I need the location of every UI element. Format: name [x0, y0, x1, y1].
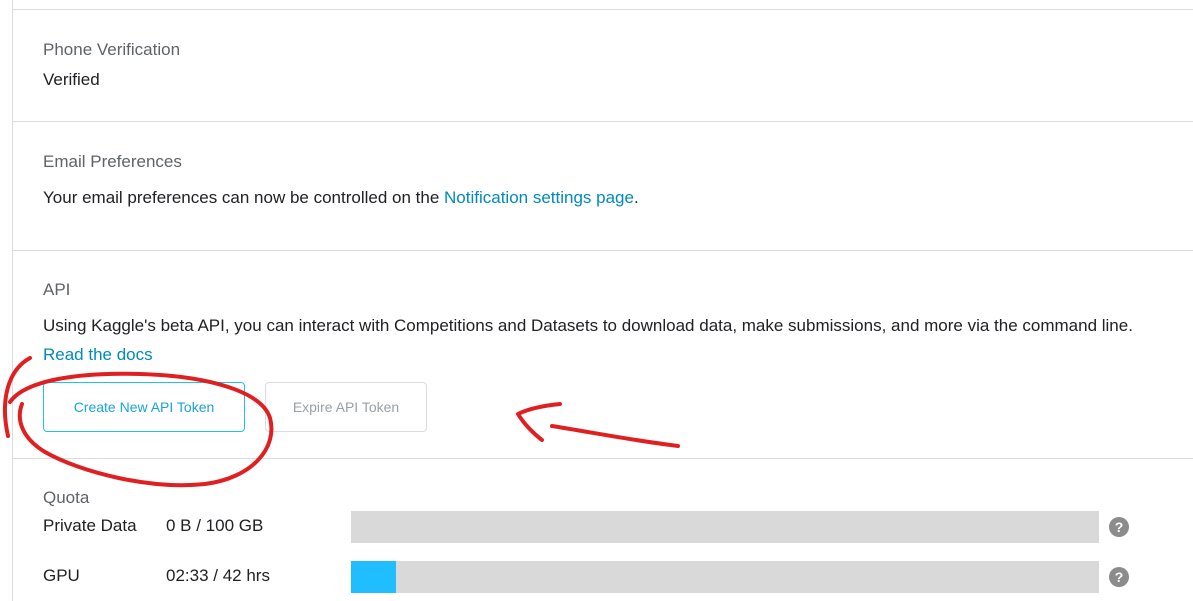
divider — [12, 250, 1193, 251]
phone-verification-section: Phone Verification Verified — [43, 39, 1173, 91]
quota-progress-bar — [351, 561, 1099, 593]
api-description-text: Using Kaggle's beta API, you can interac… — [43, 316, 1133, 335]
divider — [12, 458, 1193, 459]
help-circle-icon[interactable]: ? — [1109, 517, 1129, 537]
phone-verification-status: Verified — [43, 70, 100, 89]
email-preferences-title: Email Preferences — [43, 152, 182, 171]
email-preferences-description: Your email preferences can now be contro… — [43, 188, 445, 207]
email-preferences-section: Email Preferences Your email preferences… — [43, 151, 1173, 212]
quota-row-gpu: GPU 02:33 / 42 hrs ? — [43, 561, 1153, 593]
api-description: Using Kaggle's beta API, you can interac… — [43, 311, 1133, 369]
quota-amount: 02:33 / 42 hrs — [166, 566, 270, 585]
api-title: API — [43, 280, 71, 299]
notification-settings-link[interactable]: Notification settings page — [444, 188, 634, 207]
left-border — [12, 0, 13, 601]
divider — [12, 9, 1193, 10]
email-preferences-period: . — [633, 188, 639, 207]
quota-amount: 0 B / 100 GB — [166, 516, 264, 535]
quota-progress-fill — [351, 561, 396, 593]
create-new-api-token-button[interactable]: Create New API Token — [43, 382, 245, 432]
quota-progress-bar — [351, 511, 1099, 543]
divider — [12, 121, 1193, 122]
phone-verification-title: Phone Verification — [43, 40, 181, 59]
read-the-docs-link[interactable]: Read the docs — [43, 345, 153, 364]
quota-section: Quota — [43, 487, 1173, 509]
quota-label: GPU — [43, 566, 80, 585]
quota-label: Private Data — [43, 516, 137, 535]
email-preferences-text: Your email preferences can now be contro… — [43, 183, 1173, 212]
annotation-arrow — [516, 402, 680, 448]
quota-row-private-data: Private Data 0 B / 100 GB ? — [43, 511, 1153, 543]
expire-api-token-button[interactable]: Expire API Token — [265, 382, 427, 432]
quota-title: Quota — [43, 488, 90, 507]
account-settings-page: Phone Verification Verified Email Prefer… — [0, 0, 1193, 601]
help-circle-icon[interactable]: ? — [1109, 567, 1129, 587]
api-section: API Using Kaggle's beta API, you can int… — [43, 279, 1133, 369]
